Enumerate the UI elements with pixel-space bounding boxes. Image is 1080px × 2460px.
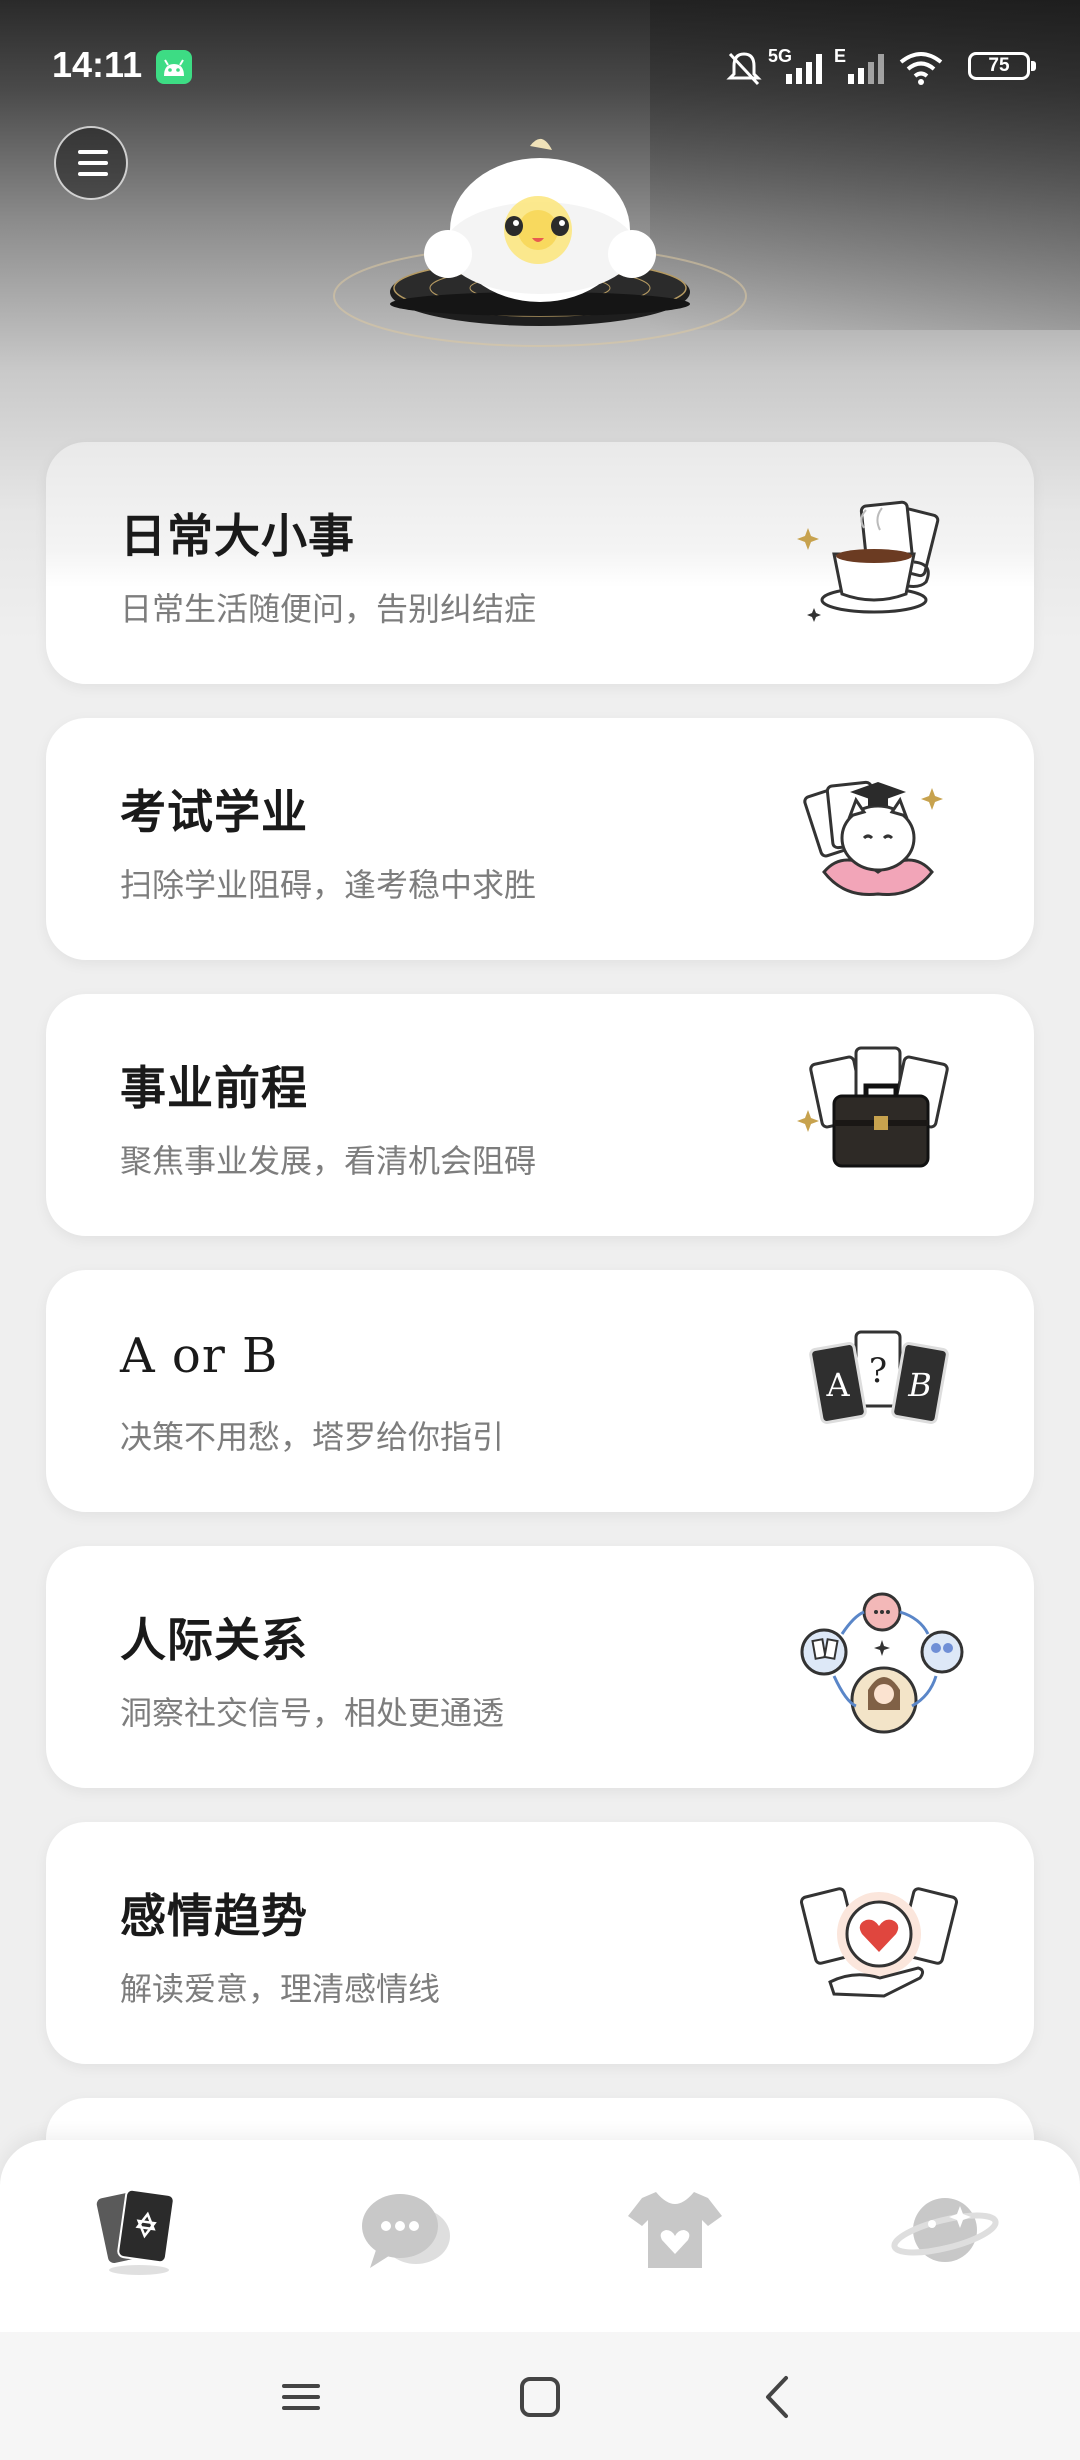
network-e-label: E	[834, 46, 847, 66]
mascot-on-tarot-table[interactable]	[330, 130, 750, 370]
card-subtitle: 决策不用愁，塔罗给你指引	[120, 1418, 505, 1456]
card-love-trend[interactable]: 感情趋势 解读爱意，理清感情线	[46, 1822, 1034, 2064]
card-subtitle: 日常生活随便问，告别纠结症	[120, 590, 537, 628]
recents-icon[interactable]	[276, 2372, 326, 2422]
briefcase-with-cards-icon	[797, 1046, 949, 1168]
card-subtitle: 解读爱意，理清感情线	[120, 1970, 441, 2008]
card-subtitle: 扫除学业阻碍，逢考稳中求胜	[120, 866, 537, 904]
system-navigation-bar	[0, 2332, 1080, 2460]
android-notification-icon	[156, 50, 192, 84]
svg-text:B: B	[907, 1366, 932, 1404]
bottom-tab-bar	[0, 2140, 1080, 2332]
card-title: 人际关系	[120, 1613, 308, 1667]
card-title: 考试学业	[120, 785, 308, 839]
social-cycle-icon	[800, 1592, 964, 1734]
tshirt-heart-icon[interactable]	[620, 2180, 730, 2280]
card-title: 事业前程	[120, 1061, 308, 1115]
signal-strength-2-icon	[848, 54, 884, 84]
back-icon[interactable]	[754, 2372, 804, 2422]
planet-icon[interactable]	[890, 2180, 1000, 2280]
menu-button[interactable]	[54, 126, 128, 200]
card-title: 日常大小事	[120, 509, 355, 563]
status-time: 14:11	[52, 44, 143, 85]
signal-strength-icon	[786, 54, 822, 84]
mute-bell-icon	[726, 52, 762, 86]
battery-indicator: 75	[968, 52, 1036, 80]
card-title: A or B	[120, 1328, 279, 1384]
card-career[interactable]: 事业前程 聚焦事业发展，看清机会阻碍	[46, 994, 1034, 1236]
heart-in-hand-with-cards-icon	[799, 1887, 959, 1998]
coffee-cup-with-cards-icon	[797, 500, 940, 622]
hamburger-icon-line-3	[78, 172, 108, 176]
category-card-list: 日常大小事 日常生活随便问，告别纠结症 考试学业 扫除学业阻碍，逢考稳中求胜 事…	[46, 442, 1034, 2178]
status-bar: 14:11 5G E 75	[0, 0, 1080, 120]
card-exam-study[interactable]: 考试学业 扫除学业阻碍，逢考稳中求胜	[46, 718, 1034, 960]
a-question-b-cards-icon: ? A B	[809, 1330, 949, 1424]
home-icon[interactable]	[515, 2372, 565, 2422]
tarot-cards-icon[interactable]	[84, 2180, 194, 2280]
card-relationships[interactable]: 人际关系 洞察社交信号，相处更通透	[46, 1546, 1034, 1788]
chat-bubbles-icon[interactable]	[352, 2180, 462, 2280]
svg-text:A: A	[825, 1366, 850, 1404]
card-subtitle: 聚焦事业发展，看清机会阻碍	[120, 1142, 537, 1180]
card-a-or-b[interactable]: A or B 决策不用愁，塔罗给你指引 ? A B	[46, 1270, 1034, 1512]
hamburger-icon-line-2	[78, 161, 108, 165]
wifi-icon	[899, 52, 943, 85]
graduate-cat-on-lotus-icon	[803, 780, 943, 897]
card-subtitle: 洞察社交信号，相处更通透	[120, 1694, 505, 1732]
card-title: 感情趋势	[120, 1889, 308, 1943]
hamburger-icon-line-1	[78, 150, 108, 154]
card-daily-matters[interactable]: 日常大小事 日常生活随便问，告别纠结症	[46, 442, 1034, 684]
svg-text:?: ?	[869, 1351, 887, 1391]
